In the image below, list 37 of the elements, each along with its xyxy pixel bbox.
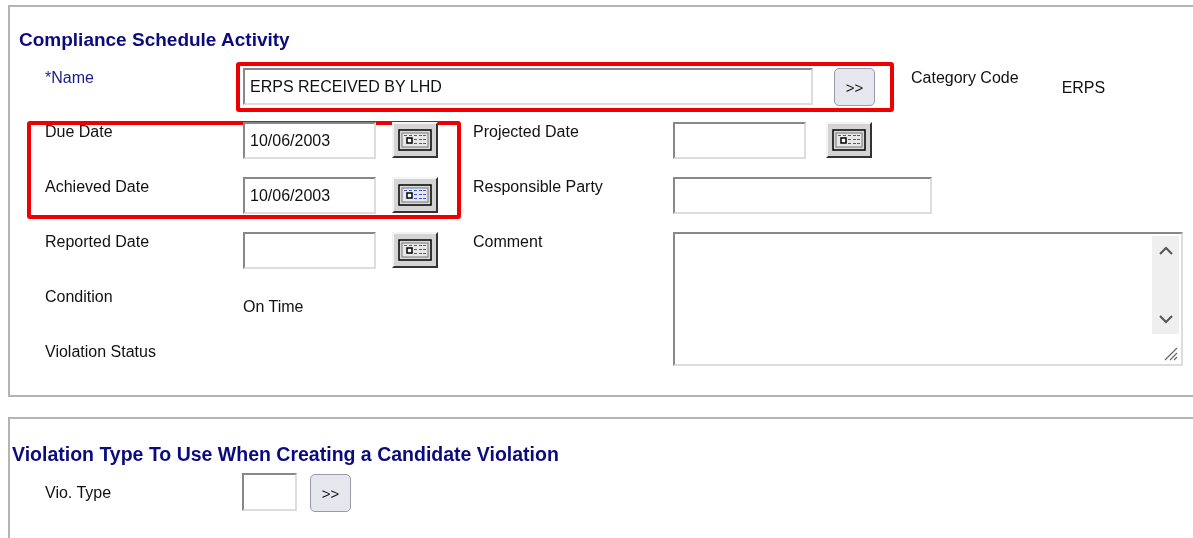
calendar-icon — [398, 184, 432, 206]
date-field[interactable]: 10/06/2003 — [243, 122, 376, 159]
vio-type-field[interactable] — [242, 473, 297, 511]
resize-grip-icon[interactable] — [1164, 347, 1178, 361]
field-label: *Name — [45, 68, 95, 88]
date-field[interactable] — [243, 232, 376, 269]
scroll-down-icon[interactable] — [1158, 315, 1173, 324]
field-label: Vio. Type — [45, 483, 113, 503]
comment-field[interactable] — [673, 232, 1183, 366]
calendar-icon — [398, 239, 432, 261]
text-field[interactable] — [673, 177, 932, 214]
calendar-button[interactable] — [392, 177, 438, 213]
name-field[interactable]: ERPS RECEIVED BY LHD — [243, 68, 813, 105]
lookup-button[interactable]: >> — [834, 68, 875, 106]
field-label: Reported Date — [45, 232, 151, 252]
field-label: Due Date — [45, 122, 114, 142]
calendar-button[interactable] — [392, 122, 438, 158]
calendar-button[interactable] — [392, 232, 438, 268]
field-label: Achieved Date — [45, 177, 151, 197]
field-value: On Time — [243, 297, 305, 317]
scroll-up-icon[interactable] — [1158, 246, 1173, 255]
field-label: Condition — [45, 287, 114, 307]
section-title: Violation Type To Use When Creating a Candidate Violation — [12, 443, 560, 467]
date-field[interactable] — [673, 122, 806, 159]
field-label: Projected Date — [473, 122, 580, 142]
calendar-icon — [832, 129, 866, 151]
field-label: Violation Status — [45, 342, 157, 362]
section-title: Compliance Schedule Activity — [19, 29, 291, 52]
date-field[interactable]: 10/06/2003 — [243, 177, 376, 214]
calendar-button[interactable] — [826, 122, 872, 158]
scrollbar[interactable] — [1152, 236, 1179, 334]
field-label: Comment — [473, 232, 544, 252]
calendar-icon — [398, 129, 432, 151]
field-label: Responsible Party — [473, 177, 604, 197]
field-label: Category Code — [911, 68, 1019, 88]
lookup-button[interactable]: >> — [310, 474, 351, 512]
field-value: ERPS — [1061, 78, 1106, 98]
